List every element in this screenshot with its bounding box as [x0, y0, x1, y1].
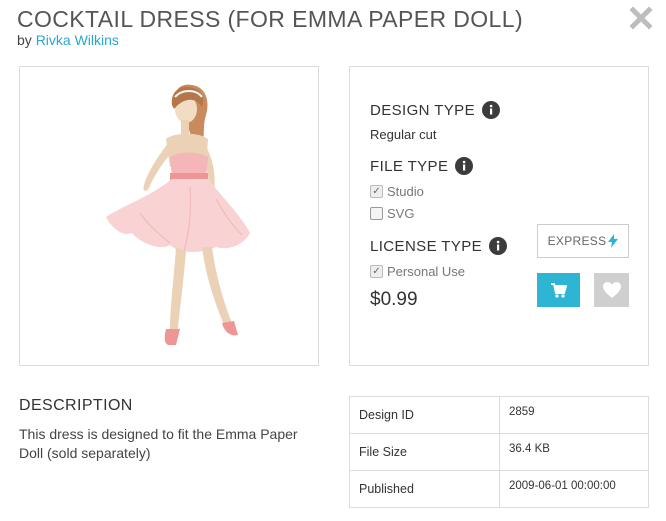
design-type-heading: DESIGN TYPE	[370, 101, 500, 119]
info-icon[interactable]	[455, 157, 474, 175]
file-type-option-studio[interactable]: ✓ Studio	[370, 184, 424, 199]
designer-link[interactable]: Rivka Wilkins	[36, 32, 119, 48]
heart-icon	[602, 282, 621, 298]
published-label: Published	[349, 470, 500, 508]
file-type-heading: FILE TYPE	[370, 157, 474, 175]
design-id-label: Design ID	[349, 396, 500, 434]
file-type-option-svg[interactable]: SVG	[370, 206, 414, 221]
table-row: File Size 36.4 KB	[349, 433, 649, 471]
file-size-label: File Size	[349, 433, 500, 471]
personal-use-checkbox[interactable]: ✓	[370, 265, 383, 278]
description-text: This dress is designed to fit the Emma P…	[19, 426, 298, 461]
table-row: Design ID 2859	[349, 396, 649, 434]
add-to-cart-button[interactable]	[537, 273, 580, 307]
close-icon[interactable]	[627, 4, 655, 32]
info-icon[interactable]	[481, 101, 500, 119]
byline: by Rivka Wilkins	[17, 32, 119, 48]
published-value: 2009-06-01 00:00:00	[499, 470, 649, 508]
design-id-value: 2859	[499, 396, 649, 434]
svg-checkbox[interactable]	[370, 207, 383, 220]
license-option-personal[interactable]: ✓ Personal Use	[370, 264, 465, 279]
byline-prefix: by	[17, 32, 32, 48]
info-icon[interactable]	[489, 237, 508, 255]
design-type-label: DESIGN TYPE	[370, 101, 475, 119]
express-label: EXPRESS	[547, 234, 607, 248]
product-title: COCKTAIL DRESS (FOR EMMA PAPER DOLL)	[17, 6, 524, 32]
product-options-panel: DESIGN TYPE Regular cut FILE TYPE ✓ Stud…	[349, 66, 649, 366]
design-details-table: Design ID 2859 File Size 36.4 KB Publish…	[349, 396, 649, 508]
license-type-heading: LICENSE TYPE	[370, 237, 508, 255]
svg-label: SVG	[387, 206, 415, 221]
cart-icon	[550, 282, 567, 298]
file-size-value: 36.4 KB	[499, 433, 649, 471]
favorite-button[interactable]	[594, 273, 629, 307]
studio-checkbox[interactable]: ✓	[370, 185, 383, 198]
product-image	[106, 84, 250, 345]
license-type-label: LICENSE TYPE	[370, 237, 483, 255]
product-image-frame	[19, 66, 319, 366]
design-type-value: Regular cut	[370, 127, 437, 142]
table-row: Published 2009-06-01 00:00:00	[349, 470, 649, 508]
description-heading: DESCRIPTION	[19, 397, 133, 414]
studio-label: Studio	[387, 184, 424, 199]
express-button[interactable]: EXPRESS	[537, 224, 629, 258]
lightning-icon	[608, 234, 619, 248]
personal-use-label: Personal Use	[387, 264, 466, 279]
price: $0.99	[370, 289, 418, 310]
file-type-label: FILE TYPE	[370, 157, 449, 175]
